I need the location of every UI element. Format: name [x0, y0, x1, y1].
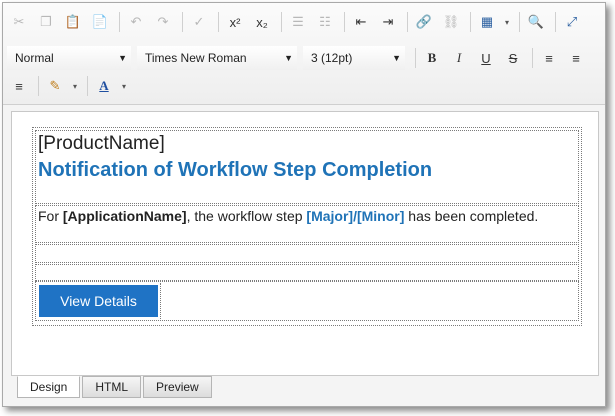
empty-cell — [35, 244, 579, 263]
separator — [38, 76, 39, 96]
highlight-icon[interactable]: ✎ — [43, 75, 67, 97]
italic-button[interactable]: I — [447, 47, 471, 69]
editor-frame: ✂ ❐ 📋 📄 ↶ ↷ ✓ x² x₂ ☰ ☷ ⇤ ⇥ 🔗 ⛓ ▦ ▾ 🔍 ⤢ … — [2, 2, 606, 407]
body-cell: For [ApplicationName], the workflow step… — [35, 205, 579, 243]
insert-link-icon[interactable]: 🔗 — [412, 11, 436, 33]
superscript-icon[interactable]: x² — [223, 11, 247, 33]
body-mid: , the workflow step — [186, 208, 307, 224]
header-cell: [ProductName] Notification of Workflow S… — [35, 130, 579, 204]
align-center-icon[interactable]: ≡ — [564, 47, 588, 69]
copy-icon[interactable]: ❐ — [34, 11, 58, 33]
toolbar-row-1: ✂ ❐ 📋 📄 ↶ ↷ ✓ x² x₂ ☰ ☷ ⇤ ⇥ 🔗 ⛓ ▦ ▾ 🔍 ⤢ — [7, 7, 587, 37]
subscript-icon[interactable]: x₂ — [250, 11, 274, 33]
find-replace-icon[interactable]: 🔍 — [524, 11, 548, 33]
font-select-value: Times New Roman — [145, 51, 247, 65]
separator — [218, 12, 219, 32]
size-select-value: 3 (12pt) — [311, 51, 353, 65]
underline-button[interactable]: U — [474, 47, 498, 69]
insert-table-icon[interactable]: ▦ — [475, 11, 499, 33]
align-left-icon[interactable]: ≡ — [537, 47, 561, 69]
paste-special-icon[interactable]: 📄 — [88, 11, 112, 33]
separator — [119, 12, 120, 32]
paste-icon[interactable]: 📋 — [61, 11, 85, 33]
chevron-down-icon[interactable]: ▾ — [502, 11, 512, 33]
strikethrough-button[interactable]: S — [501, 47, 525, 69]
toolbar-row-3: ≡ ✎ ▾ A ▾ — [7, 71, 132, 101]
format-select-value: Normal — [15, 51, 54, 65]
remove-link-icon[interactable]: ⛓ — [439, 11, 463, 33]
font-select[interactable]: Times New Roman ▼ — [137, 46, 297, 70]
chevron-down-icon: ▼ — [284, 53, 293, 63]
editor-content[interactable]: [ProductName] Notification of Workflow S… — [11, 111, 599, 376]
size-select[interactable]: 3 (12pt) ▼ — [303, 46, 405, 70]
separator — [555, 12, 556, 32]
separator — [415, 48, 416, 68]
chevron-down-icon[interactable]: ▾ — [70, 75, 80, 97]
mode-tabs: Design HTML Preview — [17, 376, 214, 398]
indent-icon[interactable]: ⇥ — [376, 11, 400, 33]
chevron-down-icon[interactable]: ▾ — [119, 75, 129, 97]
view-details-button[interactable]: View Details — [39, 285, 158, 317]
product-name: [ProductName] — [38, 133, 165, 154]
align-justify-icon[interactable]: ≡ — [7, 75, 31, 97]
font-color-button[interactable]: A — [92, 75, 116, 97]
spellcheck-icon[interactable]: ✓ — [187, 11, 211, 33]
separator — [470, 12, 471, 32]
application-name: [ApplicationName] — [62, 208, 187, 224]
email-table: [ProductName] Notification of Workflow S… — [32, 127, 582, 326]
separator — [344, 12, 345, 32]
body-text: For [ApplicationName], the workflow step… — [38, 208, 568, 224]
chevron-down-icon: ▼ — [118, 53, 127, 63]
separator — [182, 12, 183, 32]
toolbar-row-2: Normal ▼ Times New Roman ▼ 3 (12pt) ▼ B … — [7, 43, 591, 73]
cell-divider — [160, 283, 162, 319]
body-suffix: has been completed. — [404, 208, 539, 224]
toolbar: ✂ ❐ 📋 📄 ↶ ↷ ✓ x² x₂ ☰ ☷ ⇤ ⇥ 🔗 ⛓ ▦ ▾ 🔍 ⤢ … — [3, 3, 605, 105]
bold-button[interactable]: B — [420, 47, 444, 69]
separator — [519, 12, 520, 32]
bullet-list-icon[interactable]: ☷ — [313, 11, 337, 33]
cut-icon[interactable]: ✂ — [7, 11, 31, 33]
separator — [87, 76, 88, 96]
tab-preview[interactable]: Preview — [143, 376, 212, 398]
tab-design[interactable]: Design — [17, 376, 81, 398]
minor-token: [Minor] — [356, 208, 405, 224]
button-cell: View Details — [35, 281, 579, 321]
tab-html[interactable]: HTML — [82, 376, 142, 398]
redo-icon[interactable]: ↷ — [151, 11, 175, 33]
chevron-down-icon: ▼ — [392, 53, 401, 63]
major-token: [Major] — [306, 208, 354, 224]
fullscreen-icon[interactable]: ⤢ — [560, 11, 584, 33]
separator — [532, 48, 533, 68]
outdent-icon[interactable]: ⇤ — [349, 11, 373, 33]
page-title: Notification of Workflow Step Completion — [38, 159, 433, 181]
separator — [407, 12, 408, 32]
undo-icon[interactable]: ↶ — [124, 11, 148, 33]
separator — [281, 12, 282, 32]
numbered-list-icon[interactable]: ☰ — [286, 11, 310, 33]
format-select[interactable]: Normal ▼ — [7, 46, 131, 70]
empty-cell — [35, 264, 579, 281]
body-prefix: For — [38, 208, 63, 224]
